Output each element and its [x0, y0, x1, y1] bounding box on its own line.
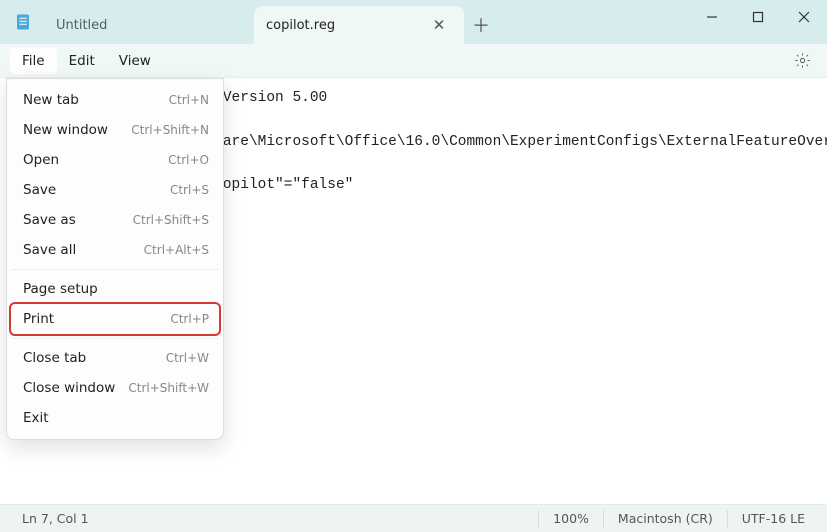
status-cursor-position: Ln 7, Col 1	[14, 511, 97, 526]
file-menu-dropdown: New tab Ctrl+N New window Ctrl+Shift+N O…	[6, 78, 224, 440]
tab-label: copilot.reg	[266, 18, 426, 33]
status-line-ending[interactable]: Macintosh (CR)	[610, 511, 721, 526]
tab-untitled[interactable]: Untitled	[44, 6, 254, 44]
close-tab-icon[interactable]: ✕	[426, 16, 452, 34]
window-controls	[689, 0, 827, 34]
menu-item-open[interactable]: Open Ctrl+O	[7, 145, 223, 175]
menu-file[interactable]: File	[10, 48, 57, 74]
menu-item-close-window[interactable]: Close window Ctrl+Shift+W	[7, 373, 223, 403]
status-zoom[interactable]: 100%	[545, 511, 597, 526]
maximize-button[interactable]	[735, 0, 781, 34]
tab-copilot-reg[interactable]: copilot.reg ✕	[254, 6, 464, 44]
minimize-button[interactable]	[689, 0, 735, 34]
tab-strip: Untitled copilot.reg ✕ ＋	[44, 0, 689, 44]
menubar: File Edit View	[0, 44, 827, 78]
settings-button[interactable]	[787, 46, 817, 76]
content-area: Windows Registry Editor Version 5.00 [HK…	[0, 78, 827, 504]
menu-separator	[11, 338, 219, 339]
menu-item-save[interactable]: Save Ctrl+S	[7, 175, 223, 205]
new-tab-button[interactable]: ＋	[464, 6, 498, 44]
gear-icon	[794, 52, 811, 69]
menu-item-close-tab[interactable]: Close tab Ctrl+W	[7, 343, 223, 373]
close-window-button[interactable]	[781, 0, 827, 34]
status-encoding[interactable]: UTF-16 LE	[734, 511, 813, 526]
menu-item-print[interactable]: Print Ctrl+P	[11, 304, 219, 334]
titlebar: Untitled copilot.reg ✕ ＋	[0, 0, 827, 44]
menu-edit[interactable]: Edit	[57, 48, 107, 74]
menu-item-new-tab[interactable]: New tab Ctrl+N	[7, 85, 223, 115]
menu-item-exit[interactable]: Exit	[7, 403, 223, 433]
statusbar: Ln 7, Col 1 100% Macintosh (CR) UTF-16 L…	[0, 504, 827, 532]
menu-view[interactable]: View	[107, 48, 163, 74]
notepad-app-icon	[12, 11, 34, 33]
menu-item-new-window[interactable]: New window Ctrl+Shift+N	[7, 115, 223, 145]
menu-separator	[11, 269, 219, 270]
tab-label: Untitled	[56, 18, 242, 33]
menu-item-save-all[interactable]: Save all Ctrl+Alt+S	[7, 235, 223, 265]
menu-item-page-setup[interactable]: Page setup	[7, 274, 223, 304]
menu-item-save-as[interactable]: Save as Ctrl+Shift+S	[7, 205, 223, 235]
